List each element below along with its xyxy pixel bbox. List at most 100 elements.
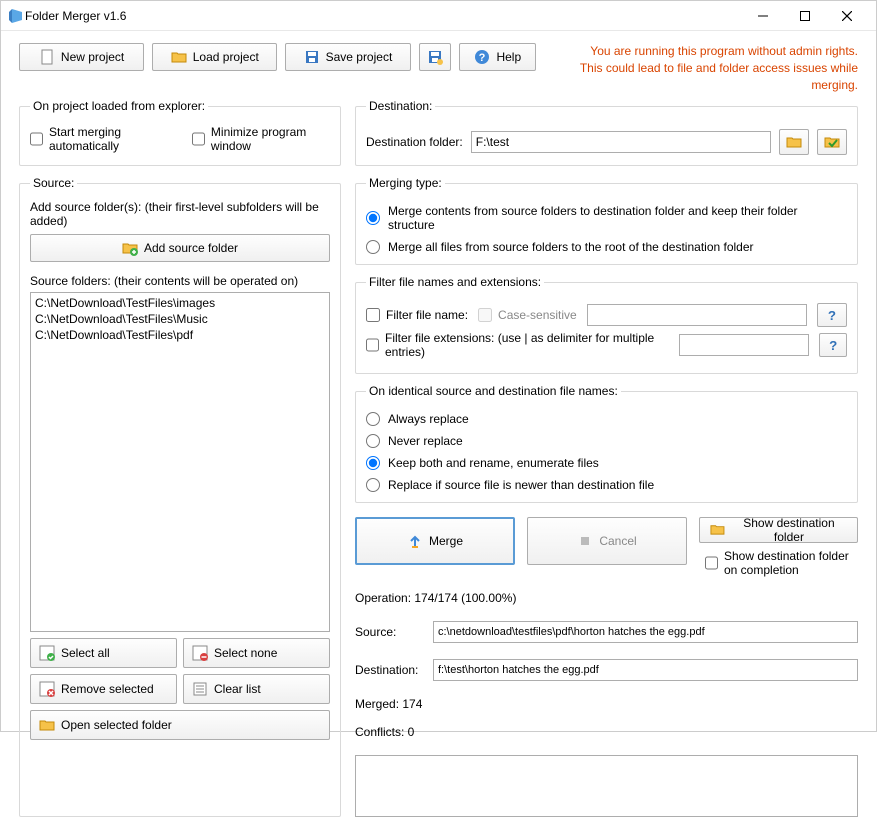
source-folders-label: Source folders: (their contents will be …: [30, 274, 330, 288]
list-item[interactable]: C:\NetDownload\TestFiles\images: [33, 295, 327, 311]
case-sensitive-checkbox[interactable]: Case-sensitive: [478, 308, 577, 322]
checkbox-label: Start merging automatically: [49, 125, 174, 153]
button-label: Clear list: [214, 682, 261, 696]
new-project-button[interactable]: New project: [19, 43, 144, 71]
radio-label: Replace if source file is newer than des…: [388, 478, 654, 492]
new-file-icon: [39, 49, 55, 65]
filter-file-name-checkbox[interactable]: Filter file name:: [366, 308, 468, 322]
clear-list-button[interactable]: Clear list: [183, 674, 330, 704]
group-legend: Filter file names and extensions:: [366, 275, 544, 289]
merge-arrow-icon: [407, 533, 423, 549]
folder-open-icon: [710, 522, 725, 538]
replace-if-newer-radio[interactable]: Replace if source file is newer than des…: [366, 478, 847, 492]
maximize-button[interactable]: [784, 2, 826, 30]
button-label: Cancel: [599, 534, 636, 548]
folder-add-icon: [122, 240, 138, 256]
button-label: Help: [496, 50, 521, 64]
merge-keep-structure-radio[interactable]: Merge contents from source folders to de…: [366, 204, 847, 232]
destination-label: Destination folder:: [366, 135, 463, 149]
folder-check-icon: [824, 134, 840, 150]
radio-label: Merge contents from source folders to de…: [388, 204, 847, 232]
filter-file-extensions-checkbox[interactable]: Filter file extensions: (use | as delimi…: [366, 331, 669, 359]
save-as-button[interactable]: [419, 43, 452, 71]
radio-label: Always replace: [388, 412, 469, 426]
save-project-button[interactable]: Save project: [285, 43, 410, 71]
minimize-button[interactable]: [742, 2, 784, 30]
identical-names-group: On identical source and destination file…: [355, 384, 858, 503]
button-label: New project: [61, 50, 124, 64]
checkbox-label: Filter file extensions: (use | as delimi…: [385, 331, 669, 359]
group-legend: On project loaded from explorer:: [30, 99, 208, 113]
merge-to-root-radio[interactable]: Merge all files from source folders to t…: [366, 240, 847, 254]
confirm-destination-button[interactable]: [817, 129, 847, 155]
operation-source-input: [433, 621, 858, 643]
filter-extensions-input[interactable]: [679, 334, 809, 356]
save-icon: [304, 49, 320, 65]
merged-count: Merged: 174: [355, 697, 858, 711]
conflicts-count: Conflicts: 0: [355, 725, 858, 739]
filter-name-input[interactable]: [587, 304, 807, 326]
radio-label: Never replace: [388, 434, 463, 448]
button-label: Remove selected: [61, 682, 154, 696]
button-label: Show destination folder: [731, 516, 847, 544]
checkbox-label: Case-sensitive: [498, 308, 577, 322]
button-label: Add source folder: [144, 241, 238, 255]
destination-folder-input[interactable]: [471, 131, 771, 153]
operation-destination-input: [433, 659, 858, 681]
checkbox-label: Filter file name:: [386, 308, 468, 322]
help-button[interactable]: ? Help: [459, 43, 536, 71]
save-as-icon: [427, 49, 443, 65]
cancel-button[interactable]: Cancel: [527, 517, 687, 565]
select-all-button[interactable]: Select all: [30, 638, 177, 668]
remove-selected-button[interactable]: Remove selected: [30, 674, 177, 704]
show-on-completion-checkbox[interactable]: Show destination folder on completion: [705, 549, 858, 577]
open-selected-folder-button[interactable]: Open selected folder: [30, 710, 330, 740]
filter-name-help-button[interactable]: ?: [817, 303, 847, 327]
select-all-icon: [39, 645, 55, 661]
merging-type-group: Merging type: Merge contents from source…: [355, 176, 858, 265]
list-item[interactable]: C:\NetDownload\TestFiles\pdf: [33, 327, 327, 343]
checkbox-label: Show destination folder on completion: [724, 549, 858, 577]
group-legend: Destination:: [366, 99, 435, 113]
source-group: Source: Add source folder(s): (their fir…: [19, 176, 341, 817]
close-button[interactable]: [826, 2, 868, 30]
help-icon: ?: [474, 49, 490, 65]
folder-open-icon: [39, 717, 55, 733]
never-replace-radio[interactable]: Never replace: [366, 434, 847, 448]
source-folders-listbox[interactable]: C:\NetDownload\TestFiles\images C:\NetDo…: [30, 292, 330, 632]
group-legend: Source:: [30, 176, 77, 190]
folder-open-icon: [171, 49, 187, 65]
keep-both-rename-radio[interactable]: Keep both and rename, enumerate files: [366, 456, 847, 470]
list-item[interactable]: C:\NetDownload\TestFiles\Music: [33, 311, 327, 327]
button-label: Load project: [193, 50, 259, 64]
select-none-icon: [192, 645, 208, 661]
button-label: Open selected folder: [61, 718, 172, 732]
start-merging-auto-checkbox[interactable]: Start merging automatically: [30, 125, 174, 153]
show-destination-button[interactable]: Show destination folder: [699, 517, 858, 543]
svg-text:?: ?: [479, 52, 486, 64]
conflicts-listbox[interactable]: [355, 755, 858, 817]
destination-group: Destination: Destination folder:: [355, 99, 858, 166]
group-legend: Merging type:: [366, 176, 445, 190]
merge-button[interactable]: Merge: [355, 517, 515, 565]
always-replace-radio[interactable]: Always replace: [366, 412, 847, 426]
button-label: Select none: [214, 646, 277, 660]
remove-icon: [39, 681, 55, 697]
explorer-options-group: On project loaded from explorer: Start m…: [19, 99, 341, 166]
destination-label: Destination:: [355, 663, 425, 677]
add-source-folder-button[interactable]: Add source folder: [30, 234, 330, 262]
app-icon: [9, 8, 25, 24]
filter-ext-help-button[interactable]: ?: [819, 333, 847, 357]
clear-icon: [192, 681, 208, 697]
minimize-window-checkbox[interactable]: Minimize program window: [192, 125, 330, 153]
button-label: Merge: [429, 534, 463, 548]
admin-warning: You are running this program without adm…: [545, 43, 859, 93]
select-none-button[interactable]: Select none: [183, 638, 330, 668]
load-project-button[interactable]: Load project: [152, 43, 277, 71]
add-source-label: Add source folder(s): (their first-level…: [30, 200, 330, 228]
filter-group: Filter file names and extensions: Filter…: [355, 275, 858, 374]
help-icon: ?: [829, 338, 837, 353]
folder-icon: [786, 134, 802, 150]
browse-destination-button[interactable]: [779, 129, 809, 155]
toolbar: New project Load project Save project ? …: [1, 31, 876, 99]
